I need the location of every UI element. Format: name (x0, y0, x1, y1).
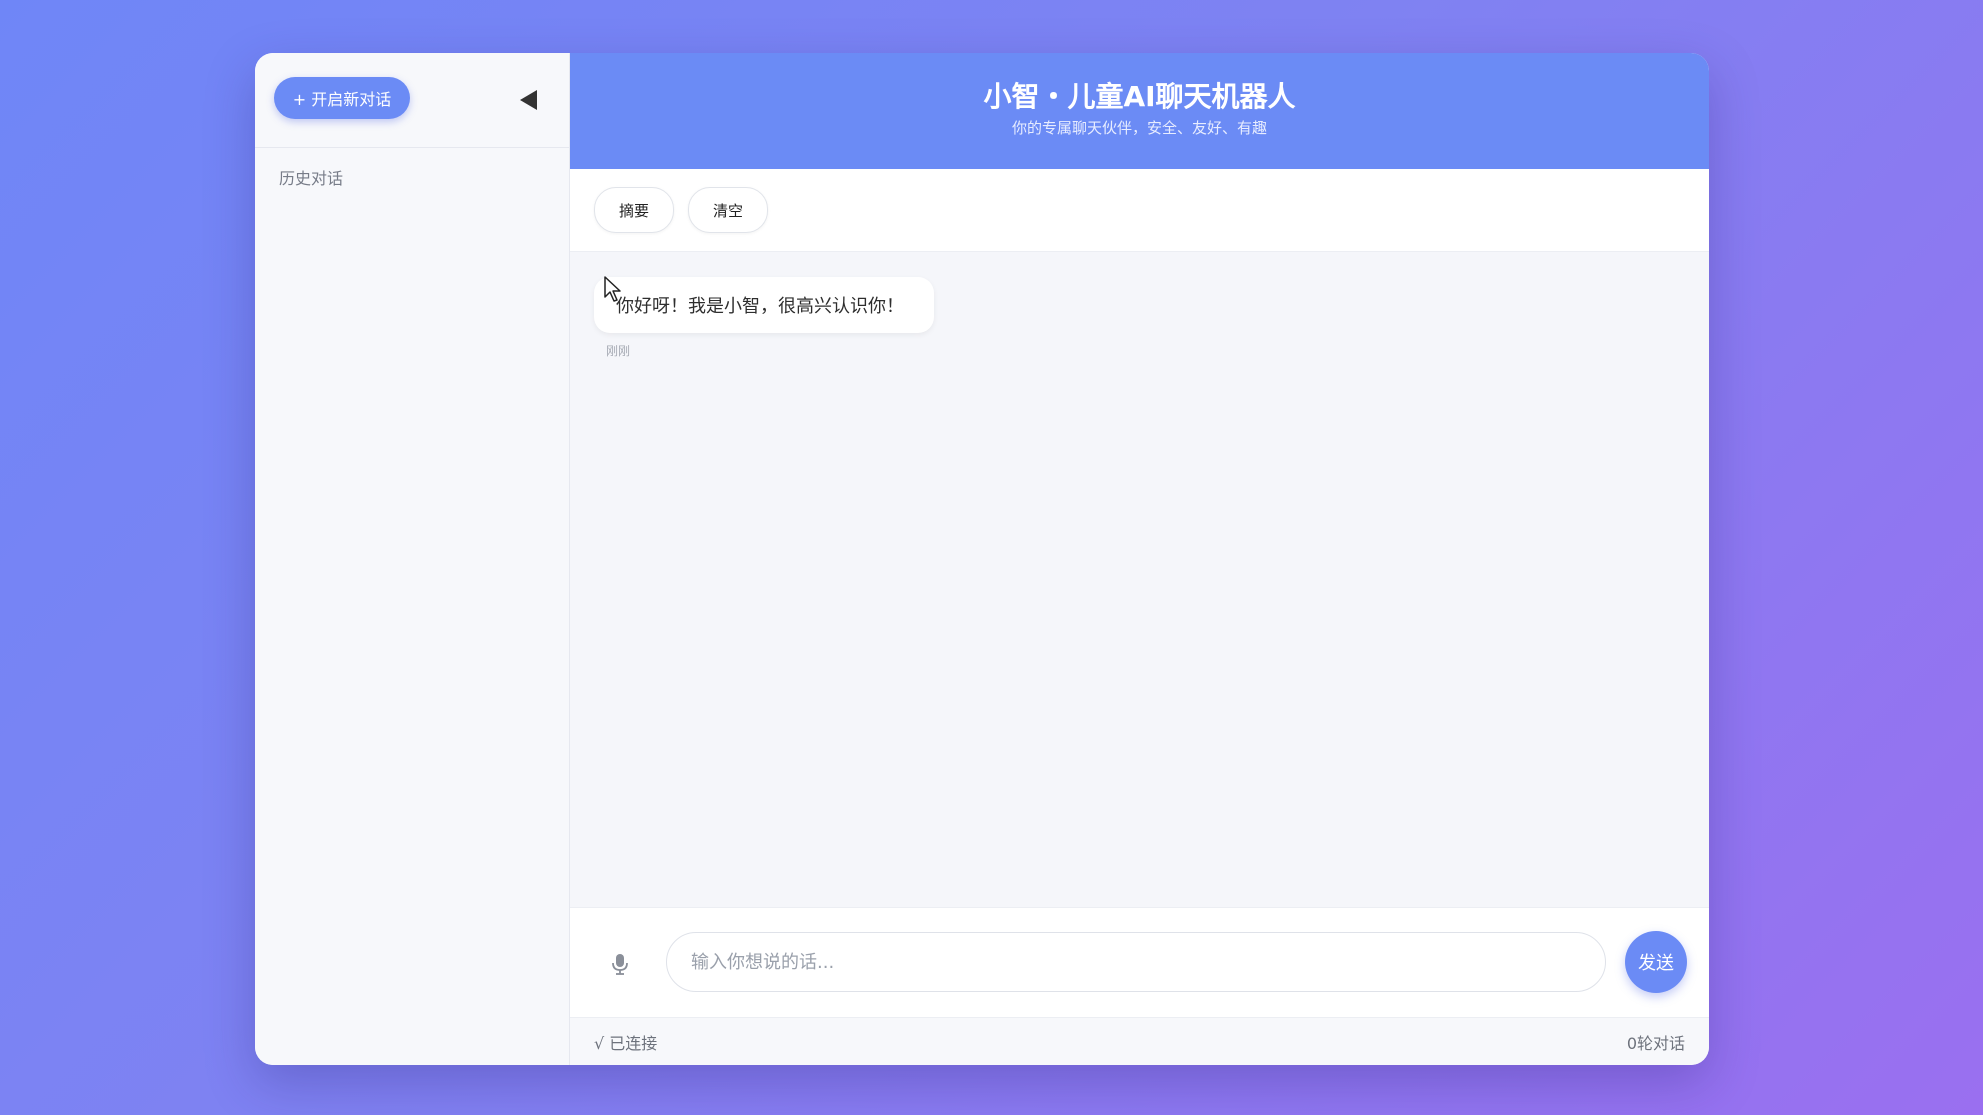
bot-message-bubble: 你好呀！我是小智，很高兴认识你！ (594, 277, 934, 333)
status-bar: √ 已连接 0轮对话 (570, 1017, 1709, 1065)
message-timestamp: 刚刚 (606, 344, 631, 358)
message-list[interactable]: 你好呀！我是小智，很高兴认识你！ 刚刚 (570, 252, 1709, 907)
chat-app-window: + 开启新对话 历史对话 小智・儿童AI聊天机器人 你的专属聊天伙伴，安全、友好… (255, 53, 1709, 1065)
clear-button[interactable]: 清空 (688, 187, 769, 233)
page-title: 小智・儿童AI聊天机器人 (983, 80, 1296, 113)
message-input[interactable] (666, 932, 1606, 992)
main-panel: 小智・儿童AI聊天机器人 你的专属聊天伙伴，安全、友好、有趣 摘要 清空 你好呀… (570, 53, 1709, 1065)
toolbar: 摘要 清空 (570, 169, 1709, 252)
sidebar-header: + 开启新对话 (255, 53, 569, 148)
summary-button[interactable]: 摘要 (594, 187, 675, 233)
send-button[interactable]: 发送 (1625, 931, 1687, 993)
round-count: 0轮对话 (1626, 1033, 1685, 1053)
new-chat-label: + 开启新对话 (292, 90, 392, 109)
summary-label: 摘要 (619, 201, 650, 220)
clear-label: 清空 (713, 201, 744, 220)
new-chat-button[interactable]: + 开启新对话 (274, 77, 410, 119)
triangle-left-icon (520, 90, 537, 110)
send-label: 发送 (1638, 953, 1674, 974)
page-subtitle: 你的专属聊天伙伴，安全、友好、有趣 (1011, 119, 1267, 137)
sidebar: + 开启新对话 历史对话 (255, 53, 570, 1065)
connection-status: √ 已连接 (594, 1033, 658, 1053)
mouse-cursor-icon (604, 276, 621, 302)
message-text: 你好呀！我是小智，很高兴认识你！ (616, 296, 904, 317)
chat-header: 小智・儿童AI聊天机器人 你的专属聊天伙伴，安全、友好、有趣 (570, 53, 1709, 169)
microphone-button[interactable] (610, 952, 630, 976)
collapse-sidebar-button[interactable] (519, 89, 539, 111)
history-label: 历史对话 (279, 169, 344, 188)
microphone-icon (612, 954, 628, 975)
composer: 发送 (570, 907, 1709, 1017)
